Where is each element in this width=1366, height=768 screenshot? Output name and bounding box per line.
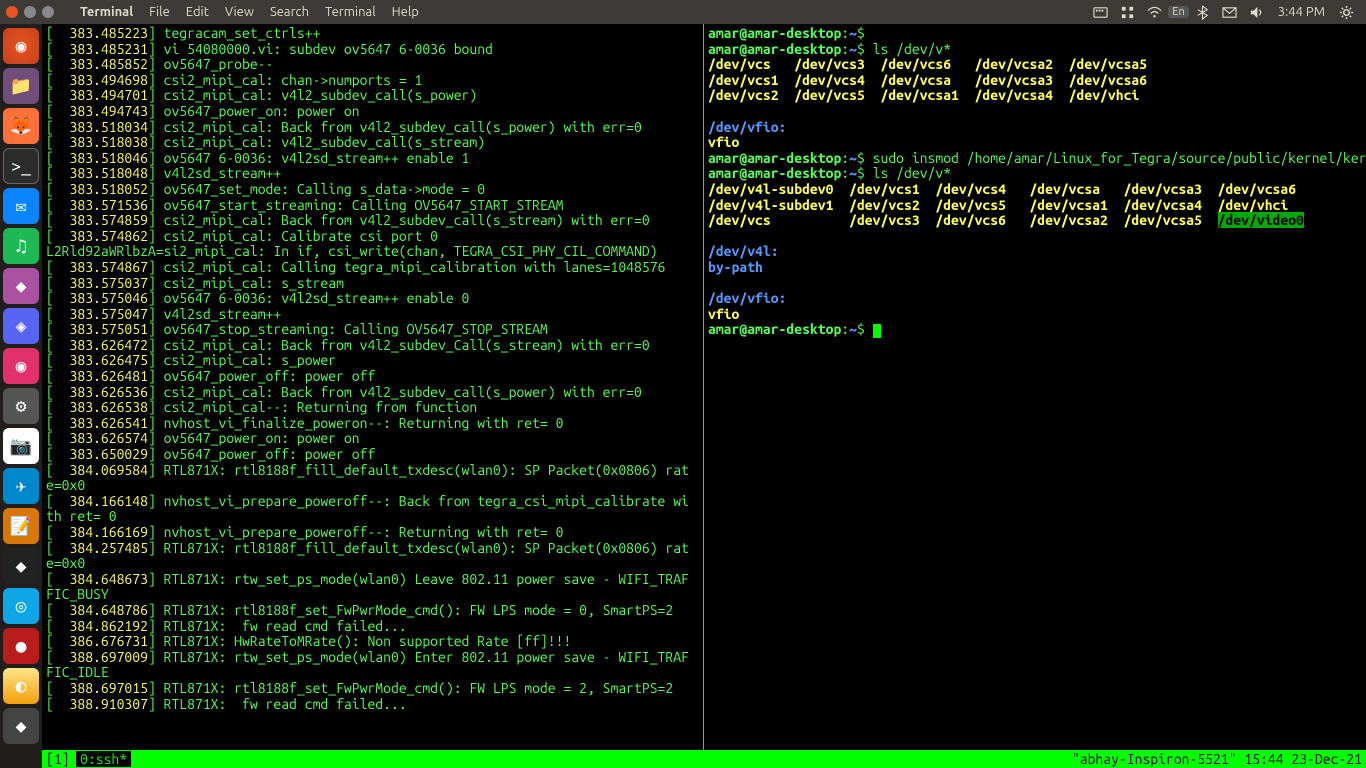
- app-icon[interactable]: ♫: [3, 228, 39, 264]
- tmux-hostname: "abhay-Inspiron-5521": [1072, 751, 1237, 767]
- app-icon[interactable]: ◎: [3, 588, 39, 624]
- app-icon[interactable]: ◆: [3, 268, 39, 304]
- language-indicator[interactable]: En: [1168, 6, 1188, 18]
- menu-view[interactable]: View: [217, 5, 262, 19]
- camera-icon[interactable]: 📷: [3, 428, 39, 464]
- menu-help[interactable]: Help: [384, 5, 427, 19]
- menu-terminal[interactable]: Terminal: [317, 5, 384, 19]
- files-icon[interactable]: 📁: [3, 68, 39, 104]
- app-icon[interactable]: ◆: [3, 708, 39, 744]
- discord-icon[interactable]: ◈: [3, 308, 39, 344]
- notes-icon[interactable]: 📝: [3, 508, 39, 544]
- ubuntu-dash-icon[interactable]: ◉: [3, 28, 39, 64]
- app-icon[interactable]: ◉: [3, 348, 39, 384]
- tmux-clock: 15:44 23-Dec-21: [1244, 751, 1362, 767]
- tmux-window-tab[interactable]: 0:ssh*: [76, 751, 131, 767]
- app-icon[interactable]: ◐: [3, 668, 39, 704]
- tmux-pane-right[interactable]: amar@amar-desktop:~$ amar@amar-desktop:~…: [704, 24, 1366, 750]
- unity-launcher: ◉ 📁 🦊 >_ ✉ ♫ ◆ ◈ ◉ ⚙ 📷 ✈ 📝 ◆ ◎ ● ◐ ◆: [0, 24, 42, 768]
- indicator-keyboard-icon[interactable]: [1087, 5, 1114, 20]
- indicator-apps-icon[interactable]: [1114, 5, 1141, 20]
- window-controls[interactable]: [6, 6, 54, 18]
- gear-icon[interactable]: [1333, 5, 1360, 20]
- minimize-icon[interactable]: [24, 6, 36, 18]
- close-icon[interactable]: [6, 6, 18, 18]
- menu-edit[interactable]: Edit: [178, 5, 217, 19]
- tmux-pane-left[interactable]: [ 383.485223] tegracam_set_ctrls++[ 383.…: [42, 24, 704, 750]
- tmux-session-id: [1]: [46, 751, 70, 767]
- menu-search[interactable]: Search: [262, 5, 317, 19]
- volume-icon[interactable]: [1243, 5, 1270, 20]
- terminal-window: [ 383.485223] tegracam_set_ctrls++[ 383.…: [42, 24, 1366, 768]
- wifi-icon[interactable]: [1141, 5, 1168, 20]
- maximize-icon[interactable]: [42, 6, 54, 18]
- mail-icon[interactable]: [1216, 5, 1243, 20]
- firefox-icon[interactable]: 🦊: [3, 108, 39, 144]
- tmux-status-bar: [1] 0:ssh* "abhay-Inspiron-5521" 15:44 2…: [42, 750, 1366, 768]
- bluetooth-icon[interactable]: [1189, 5, 1216, 20]
- app-icon[interactable]: ✉: [3, 188, 39, 224]
- app-title: Terminal: [72, 5, 141, 19]
- app-icon[interactable]: ◆: [3, 548, 39, 584]
- telegram-icon[interactable]: ✈: [3, 468, 39, 504]
- clock[interactable]: 3:44 PM: [1270, 5, 1333, 19]
- app-icon[interactable]: ●: [3, 628, 39, 664]
- menu-bar: Terminal File Edit View Search Terminal …: [0, 0, 1366, 24]
- menu-file[interactable]: File: [141, 5, 178, 19]
- settings-icon[interactable]: ⚙: [3, 388, 39, 424]
- terminal-icon[interactable]: >_: [3, 148, 39, 184]
